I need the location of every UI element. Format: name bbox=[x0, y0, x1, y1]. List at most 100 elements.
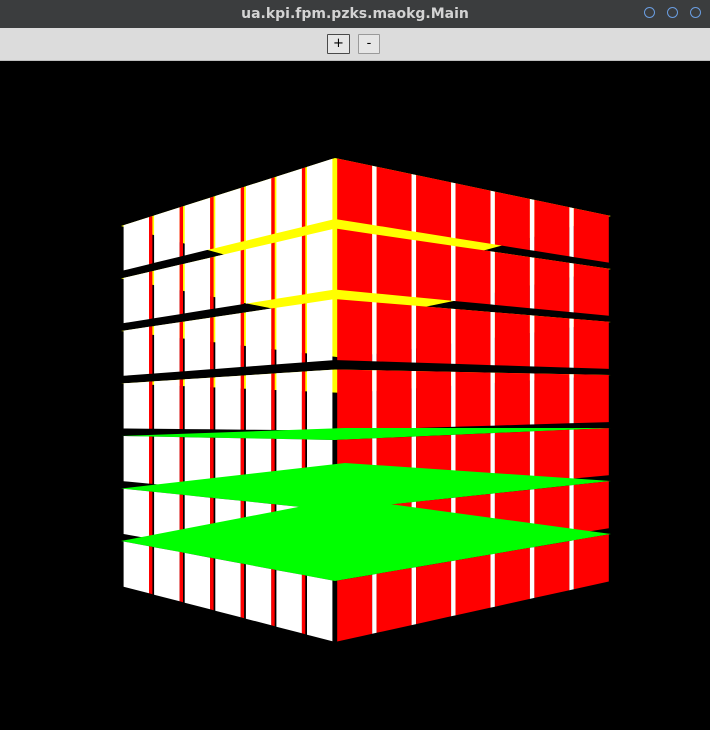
right-face-gap bbox=[569, 207, 574, 258]
left-face-cell bbox=[245, 373, 272, 430]
right-face-gap bbox=[569, 318, 574, 368]
left-face-gap bbox=[179, 379, 183, 430]
right-face-gap bbox=[569, 429, 574, 479]
right-face-cell bbox=[494, 252, 530, 309]
left-face-cell bbox=[154, 207, 180, 263]
right-face-gap bbox=[529, 199, 535, 251]
left-face-gap bbox=[240, 249, 245, 305]
left-face-cell bbox=[154, 379, 180, 429]
left-face-cell bbox=[245, 178, 272, 241]
right-face-cell bbox=[337, 158, 373, 225]
left-face-gap bbox=[240, 563, 245, 619]
right-face-cell bbox=[455, 554, 491, 616]
left-face-gap bbox=[301, 235, 306, 295]
right-face-cell bbox=[573, 428, 609, 479]
left-face-cell bbox=[276, 168, 302, 234]
left-face-cell bbox=[276, 371, 302, 431]
left-face-cell bbox=[276, 236, 302, 299]
right-face-cell bbox=[416, 240, 452, 301]
right-face-gap bbox=[529, 315, 535, 367]
left-face-cell bbox=[184, 377, 211, 430]
right-face-cell bbox=[455, 309, 491, 366]
right-face-gap bbox=[490, 312, 495, 366]
left-face-gap bbox=[240, 186, 245, 242]
right-face-cell bbox=[416, 561, 452, 625]
right-face-cell bbox=[376, 370, 412, 430]
right-face-gap bbox=[529, 547, 535, 599]
left-face-gap bbox=[301, 371, 306, 431]
right-face-cell bbox=[494, 191, 530, 251]
right-face-gap bbox=[490, 190, 495, 245]
right-face-gap bbox=[372, 370, 377, 430]
minimize-icon[interactable] bbox=[644, 7, 655, 18]
right-face-cell bbox=[573, 263, 609, 316]
right-face-gap bbox=[411, 174, 417, 232]
left-face-cell bbox=[215, 188, 241, 249]
right-face-cell bbox=[337, 228, 373, 294]
right-face-cell bbox=[455, 246, 491, 305]
right-face-gap bbox=[451, 182, 456, 239]
right-face-cell bbox=[573, 534, 609, 590]
right-face-cell bbox=[376, 234, 412, 297]
right-face-cell bbox=[416, 175, 452, 238]
right-face-cell bbox=[534, 199, 570, 257]
right-face-cell bbox=[573, 208, 609, 263]
left-face-gap bbox=[301, 167, 306, 228]
right-face-cell bbox=[455, 183, 491, 244]
left-face-gap bbox=[149, 326, 153, 374]
left-face-cell bbox=[123, 541, 149, 594]
left-face-cell bbox=[123, 272, 149, 324]
left-face-gap bbox=[301, 574, 306, 635]
cube-3d-view bbox=[121, 158, 611, 642]
left-face-gap bbox=[301, 303, 306, 363]
right-face-gap bbox=[490, 372, 495, 426]
right-face-cell bbox=[455, 371, 491, 427]
right-face-gap bbox=[529, 257, 535, 309]
maximize-icon[interactable] bbox=[667, 7, 678, 18]
left-face-cell bbox=[215, 375, 241, 430]
right-face-gap bbox=[372, 302, 377, 362]
right-face-cell bbox=[573, 318, 609, 369]
title-bar[interactable]: ua.kpi.fpm.pzks.maokg.Main bbox=[0, 0, 710, 28]
left-face-cell bbox=[123, 488, 149, 539]
left-face-cell bbox=[307, 299, 333, 363]
left-face-cell bbox=[123, 326, 149, 376]
left-face-gap bbox=[210, 557, 214, 611]
right-face-cell bbox=[337, 574, 373, 642]
left-face-cell bbox=[184, 257, 211, 314]
close-icon[interactable] bbox=[690, 7, 701, 18]
left-face-gap bbox=[240, 375, 245, 430]
left-face-gap bbox=[210, 377, 214, 430]
left-face-gap bbox=[240, 312, 245, 367]
toolbar: + - bbox=[0, 28, 710, 61]
right-face-gap bbox=[569, 540, 574, 591]
app-window: ua.kpi.fpm.pzks.maokg.Main + - bbox=[0, 0, 710, 730]
zoom-in-button[interactable]: + bbox=[327, 34, 350, 54]
right-face-cell bbox=[534, 373, 570, 425]
left-face-gap bbox=[179, 437, 183, 487]
right-face-gap bbox=[372, 573, 377, 634]
left-face-gap bbox=[179, 551, 183, 603]
left-face-cell bbox=[215, 558, 241, 618]
right-face-cell bbox=[534, 541, 570, 598]
right-face-gap bbox=[451, 308, 456, 364]
left-face-cell bbox=[184, 552, 211, 610]
right-face-cell bbox=[494, 372, 530, 426]
right-face-gap bbox=[529, 431, 535, 483]
left-face-cell bbox=[154, 264, 180, 319]
right-face-gap bbox=[411, 239, 417, 298]
right-face-cell bbox=[416, 371, 452, 428]
right-face-cell bbox=[376, 166, 412, 232]
right-face-cell bbox=[376, 567, 412, 633]
right-face-cell bbox=[534, 429, 570, 483]
zoom-out-button[interactable]: - bbox=[358, 34, 380, 54]
render-canvas[interactable] bbox=[0, 61, 710, 730]
right-face-cell bbox=[573, 374, 609, 424]
left-face-gap bbox=[271, 569, 275, 627]
right-face-cell bbox=[573, 481, 609, 534]
left-face-cell bbox=[245, 308, 272, 367]
left-face-gap bbox=[149, 381, 153, 429]
right-face-gap bbox=[569, 374, 574, 424]
left-face-cell bbox=[123, 381, 149, 429]
left-face-gap bbox=[210, 256, 214, 310]
